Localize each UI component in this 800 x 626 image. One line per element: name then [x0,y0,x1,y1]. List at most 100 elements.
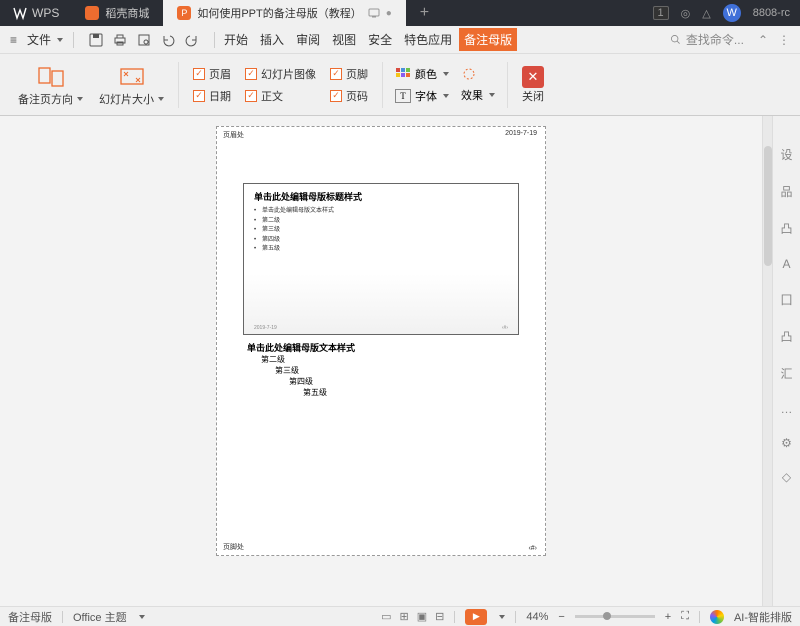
title-bar: WPS 稻壳商城 P 如何使用PPT的备注母版（教程） ● + 1 ◎ △ W … [0,0,800,26]
check-footer[interactable]: ✓页脚 [330,66,368,82]
color-icon [395,67,411,81]
view-buttons: ▭ ⊞ ▣ ⊟ [381,610,444,623]
canvas[interactable]: 页眉处 2019-7-19 单击此处编辑母版标题样式 单击此处编辑母版文本样式 … [0,116,762,606]
status-theme[interactable]: Office 主题 [73,609,127,625]
zoom-slider[interactable] [575,615,655,618]
rail-item[interactable]: A [782,257,790,271]
tab-security[interactable]: 安全 [363,28,397,51]
notes-body-placeholder[interactable]: 单击此处编辑母版文本样式 第二级 第三级 第四级 第五级 [243,341,519,398]
undo-icon[interactable] [160,32,176,48]
slide-level: 单击此处编辑母版文本样式 [254,207,508,217]
notes-title: 单击此处编辑母版文本样式 [247,341,515,354]
fit-window-icon[interactable]: ⛶ [681,610,689,623]
view-normal-icon[interactable]: ▭ [381,610,391,623]
vertical-scrollbar[interactable] [762,116,772,606]
color-dropdown[interactable]: 颜色 [395,66,449,82]
zoom-level[interactable]: 44% [526,611,548,623]
notes-level: 第二级 [247,354,515,365]
print-icon[interactable] [112,32,128,48]
menu-bar: ≡ 文件 开始 插入 审阅 视图 安全 特色应用 备注母版 查找命令... ⌃ … [0,26,800,54]
ribbon-collapse-icon[interactable]: ⌃ [752,33,774,47]
slide-size-icon [117,63,147,91]
tab-start[interactable]: 开始 [219,28,253,51]
page-footer-placeholder[interactable]: 页脚处 [223,542,244,552]
tab-view[interactable]: 视图 [327,28,361,51]
sync-icon[interactable]: ◎ [681,7,691,20]
check-slide-image[interactable]: ✓幻灯片图像 [245,66,316,82]
notes-page[interactable]: 页眉处 2019-7-19 单击此处编辑母版标题样式 单击此处编辑母版文本样式 … [216,126,546,556]
cloud-icon[interactable]: △ [702,7,710,20]
ai-spark-icon [710,610,724,624]
font-dropdown[interactable]: T字体 [395,88,449,104]
effect-icon [461,67,477,81]
docer-icon [85,6,99,20]
rail-item[interactable]: 品 [780,183,792,200]
rail-diamond-icon[interactable]: ◇ [782,470,791,484]
slide-level: 第二级 [254,217,508,227]
slide-image-placeholder[interactable]: 单击此处编辑母版标题样式 单击此处编辑母版文本样式 第二级 第三级 第四级 第五… [243,183,519,335]
hamburger-icon[interactable]: ≡ [6,33,21,47]
zoom-out-icon[interactable]: − [558,611,564,623]
search-icon [669,33,682,46]
slide-level: 第四级 [254,236,508,246]
view-sorter-icon[interactable]: ⊞ [399,610,408,623]
tab-special[interactable]: 特色应用 [399,28,457,51]
page-date-placeholder[interactable]: 2019-7-19 [505,130,537,137]
page-orientation-icon [36,63,66,91]
new-tab-button[interactable]: + [406,4,443,22]
rail-item[interactable]: 囗 [780,291,792,308]
ribbon-more-icon[interactable]: ⋮ [774,33,794,47]
ppt-icon: P [177,6,191,20]
tab-notes-master[interactable]: 备注母版 [459,28,517,51]
tab-label: 稻壳商城 [105,5,149,21]
redo-icon[interactable] [184,32,200,48]
tab-insert[interactable]: 插入 [255,28,289,51]
notification-badge[interactable]: 1 [653,6,669,20]
tab-document-active[interactable]: P 如何使用PPT的备注母版（教程） ● [163,0,405,26]
chevron-down-icon[interactable] [137,611,145,623]
app-logo: WPS [0,5,71,21]
slide-footer-num: ‹#› [502,325,508,331]
group-slide-size[interactable]: 幻灯片大小 [91,56,172,114]
notes-level: 第三级 [247,365,515,376]
check-page-number[interactable]: ✓页码 [330,88,368,104]
print-preview-icon[interactable] [136,32,152,48]
close-master-button[interactable]: ✕ 关闭 [514,56,552,114]
rail-settings-icon[interactable]: ⚙ [781,436,792,450]
file-menu[interactable]: 文件 [21,31,69,48]
rail-item[interactable]: 汇 [780,365,792,382]
rail-item[interactable]: 凸 [780,220,792,237]
tab-review[interactable]: 审阅 [291,28,325,51]
zoom-slider-thumb[interactable] [603,612,611,620]
build-label: 8808-rc [753,7,790,19]
view-reading-icon[interactable]: ▣ [417,610,427,623]
tab-modified-dot: ● [386,8,392,19]
command-search[interactable]: 查找命令... [669,31,752,48]
rail-item[interactable]: 凸 [780,328,792,345]
titlebar-right: 1 ◎ △ W 8808-rc [653,4,800,22]
chevron-down-icon[interactable] [497,611,505,623]
check-body[interactable]: ✓正文 [245,88,316,104]
check-date[interactable]: ✓日期 [193,88,231,104]
rail-more-icon[interactable]: … [781,402,793,416]
tab-docer[interactable]: 稻壳商城 [71,0,163,26]
save-icon[interactable] [88,32,104,48]
tab-label: 如何使用PPT的备注母版（教程） [197,5,361,21]
rail-item[interactable]: 设 [780,146,792,163]
slide-level: 第三级 [254,226,508,236]
slideshow-button[interactable]: ▶ [465,609,487,625]
view-notes-icon[interactable]: ⊟ [435,610,444,623]
font-icon: T [395,89,411,103]
user-avatar[interactable]: W [723,4,741,22]
page-header-placeholder[interactable]: 页眉处 [223,130,244,140]
ai-layout-button[interactable]: AI-智能排版 [734,609,792,625]
scrollbar-thumb[interactable] [764,146,772,266]
zoom-in-icon[interactable]: + [665,611,671,623]
page-number-placeholder[interactable]: ‹#› [528,545,537,552]
group-page-orientation[interactable]: 备注页方向 [10,56,91,114]
side-panel-rail: 设 品 凸 A 囗 凸 汇 … ⚙ ◇ [772,116,800,606]
ribbon: 备注页方向 幻灯片大小 ✓页眉 ✓幻灯片图像 ✓页脚 ✓日期 ✓正文 ✓页码 颜… [0,54,800,116]
effect-dropdown[interactable] [461,67,495,81]
ribbon-tabs: 开始 插入 审阅 视图 安全 特色应用 备注母版 [219,28,517,51]
check-header[interactable]: ✓页眉 [193,66,231,82]
